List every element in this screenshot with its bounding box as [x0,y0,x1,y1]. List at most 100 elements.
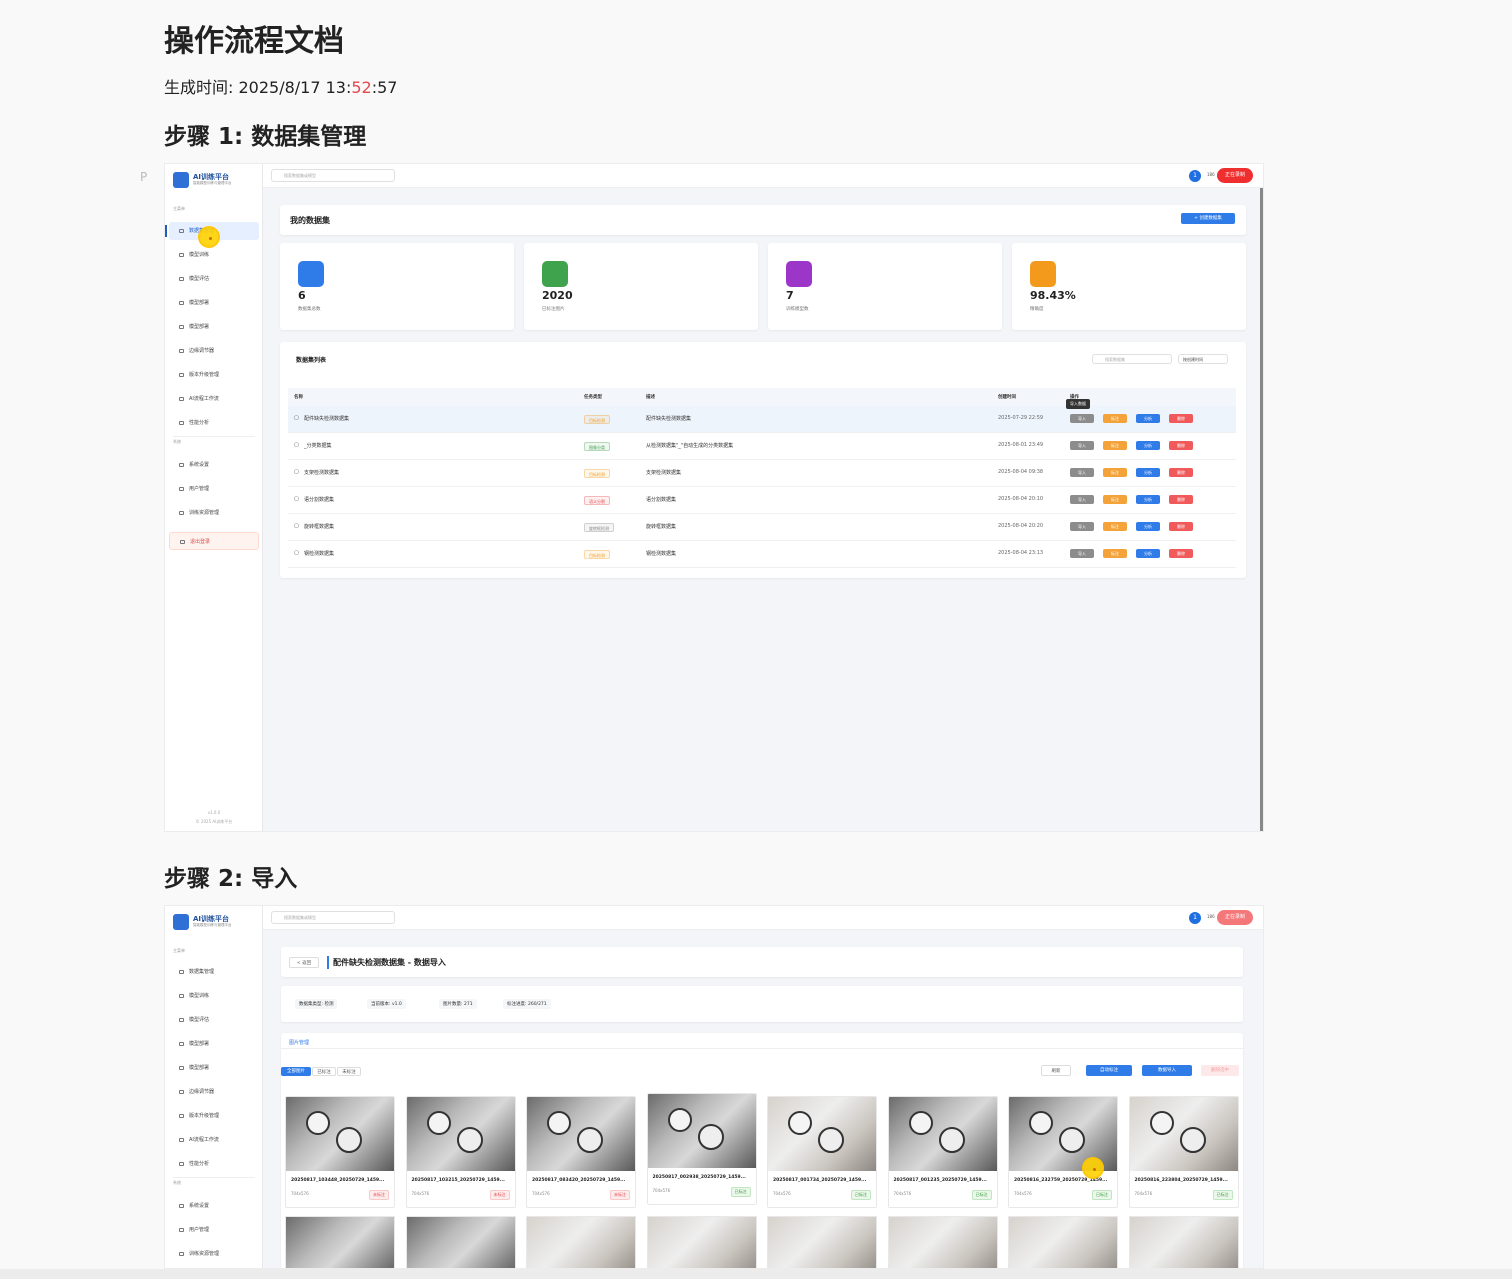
notification-badge[interactable]: 1 [1189,912,1201,924]
thumbnail-image[interactable] [888,1217,997,1268]
nav-edge[interactable]: 边缘调节器 [169,342,259,360]
dataset-name[interactable]: 语分割数据集 [304,496,334,503]
thumbnail-image[interactable] [406,1097,515,1171]
nav-deploy-2[interactable]: 模型部署 [169,1059,259,1077]
search-input[interactable]: 搜索数据集或模型 [271,911,395,924]
scrollbar[interactable] [1260,188,1263,831]
nav-workflow[interactable]: AI流程工作流 [169,390,259,408]
nav-settings[interactable]: 系统设置 [169,1197,259,1215]
image-card[interactable]: 20250817_103448_20250729_1459... 704x576 未… [285,1096,395,1208]
thumbnail-image[interactable] [286,1217,394,1268]
action-delete-button[interactable]: 删除 [1169,414,1193,423]
thumbnail-image[interactable] [286,1097,394,1171]
image-card[interactable]: 20250816_223804_20250729_1459... 704x576 已… [1128,1096,1239,1208]
action-import-button[interactable]: 导入 [1070,468,1094,477]
table-row[interactable]: ▢ _分类数据集 图像分类 从检测数据集"_"自动生成的分类数据集 2025-08-01… [288,433,1236,460]
nav-train[interactable]: 模型训练 [169,987,259,1005]
action-analyze-button[interactable]: 分析 [1136,468,1160,477]
action-import-button[interactable]: 导入 [1070,414,1094,423]
action-analyze-button[interactable]: 分析 [1136,495,1160,504]
table-row[interactable]: ▢ 旋转框数据集 旋转框检测 旋转框数据集 2025-08-04 20:20 导入 标注 分析… [288,514,1236,541]
thumbnail-image[interactable] [527,1097,635,1171]
recording-badge[interactable]: 正在录制 [1217,168,1254,183]
action-delete-button[interactable]: 删除 [1169,441,1193,450]
filter-unlabeled[interactable]: 未标注 [337,1067,361,1076]
action-delete-button[interactable]: 删除 [1169,549,1193,558]
action-label-button[interactable]: 标注 [1103,549,1127,558]
image-card[interactable]: 20250817_001235_20250729_1459... 704x576 已… [887,1096,998,1208]
dataset-name[interactable]: _分类数据集 [304,442,332,449]
action-analyze-button[interactable]: 分析 [1136,441,1160,450]
nav-datasets[interactable]: 数据集管理 [169,963,259,981]
nav-perf[interactable]: 性能分析 [169,414,259,432]
thumbnail-image[interactable] [647,1217,756,1268]
table-row[interactable]: ▢ 钢检测数据集 目标检测 钢检测数据集 2025-08-04 23:13 导入 标注 分析删… [288,541,1236,568]
action-delete-button[interactable]: 删除 [1169,468,1193,477]
action-analyze-button[interactable]: 分析 [1136,549,1160,558]
image-card[interactable]: 20250816_232759_20250729_1459... 704x576 已… [1008,1096,1118,1208]
nav-settings[interactable]: 系统设置 [169,456,259,474]
dataset-name[interactable]: 支架检测数据集 [304,469,339,476]
delete-selected-button[interactable]: 删除选中 [1201,1065,1239,1076]
thumbnail-image[interactable] [1129,1217,1238,1268]
thumbnail-image[interactable] [406,1217,515,1268]
action-label-button[interactable]: 标注 [1103,522,1127,531]
logout-button[interactable]: 退出登录 [169,532,259,550]
filter-all[interactable]: 全部图片 [281,1067,311,1076]
bottom-scrollbar[interactable] [0,1269,1512,1279]
nav-edge[interactable]: 边缘调节器 [169,1083,259,1101]
nav-eval[interactable]: 模型评估 [169,1011,259,1029]
nav-users[interactable]: 用户管理 [169,480,259,498]
action-analyze-button[interactable]: 分析 [1136,522,1160,531]
back-button[interactable]: < 返回 [289,957,319,968]
action-delete-button[interactable]: 删除 [1169,522,1193,531]
thumbnail-image[interactable] [768,1217,876,1268]
recording-badge[interactable]: 正在录制 [1217,910,1254,925]
action-import-button[interactable]: 导入 [1070,441,1094,450]
image-card[interactable] [1128,1216,1239,1268]
action-label-button[interactable]: 标注 [1103,468,1127,477]
thumbnail-image[interactable] [1129,1097,1238,1171]
action-import-button[interactable]: 导入 [1070,522,1094,531]
thumbnail-image[interactable] [1009,1217,1117,1268]
action-label-button[interactable]: 标注 [1103,495,1127,504]
action-label-button[interactable]: 标注 [1103,414,1127,423]
table-row[interactable]: ▢ 支架检测数据集 目标检测 支架检测数据集 2025-08-04 09:38 导入 标注分… [288,460,1236,487]
image-card[interactable] [285,1216,395,1268]
image-card[interactable] [646,1216,757,1268]
create-dataset-button[interactable]: + 创建数据集 [1181,213,1235,224]
nav-version[interactable]: 版本升级管理 [169,1107,259,1125]
dataset-name[interactable]: 旋转框数据集 [304,523,334,530]
image-card[interactable] [1008,1216,1118,1268]
nav-eval[interactable]: 模型评估 [169,270,259,288]
nav-deploy-2[interactable]: 模型部署 [169,318,259,336]
nav-version[interactable]: 版本升级管理 [169,366,259,384]
image-card[interactable]: 20250817_103215_20250729_1459... 704x576 未… [405,1096,516,1208]
table-row[interactable]: ▢ 语分割数据集 语义分割 语分割数据集 2025-08-04 20:10 导入 标注 分析删… [288,487,1236,514]
nav-perf[interactable]: 性能分析 [169,1155,259,1173]
image-card[interactable]: 20250817_083420_20250729_1459... 704x576 未… [526,1096,636,1208]
filter-input[interactable]: 搜索数据集 [1092,354,1172,364]
nav-workflow[interactable]: AI流程工作流 [169,1131,259,1149]
image-card[interactable]: 20250817_001734_20250729_1459... 704x576 已… [767,1096,877,1208]
image-card[interactable] [526,1216,636,1268]
table-row[interactable]: ▢ 配件缺失检测数据集 目标检测 配件缺失检测数据集 2025-07-29 22:59 导… [288,406,1236,433]
nav-deploy[interactable]: 模型部署 [169,1035,259,1053]
image-card[interactable]: 20250817_002938_20250729_1459... 704x576 已… [646,1093,757,1205]
image-card[interactable] [405,1216,516,1268]
auto-label-button[interactable]: 自动标注 [1086,1065,1132,1076]
nav-deploy[interactable]: 模型部署 [169,294,259,312]
dataset-name[interactable]: 配件缺失检测数据集 [304,415,349,422]
action-analyze-button[interactable]: 分析 [1136,414,1160,423]
dataset-name[interactable]: 钢检测数据集 [304,550,334,557]
data-import-button[interactable]: 数据导入 [1142,1065,1192,1076]
thumbnail-image[interactable] [527,1217,635,1268]
refresh-button[interactable]: 刷新 [1041,1065,1071,1076]
image-card[interactable] [887,1216,998,1268]
sort-select[interactable]: 按创建时间 [1178,354,1228,364]
thumbnail-image[interactable] [647,1094,756,1168]
action-import-button[interactable]: 导入 [1070,495,1094,504]
image-card[interactable] [767,1216,877,1268]
nav-train[interactable]: 模型训练 [169,246,259,264]
notification-badge[interactable]: 1 [1189,170,1201,182]
